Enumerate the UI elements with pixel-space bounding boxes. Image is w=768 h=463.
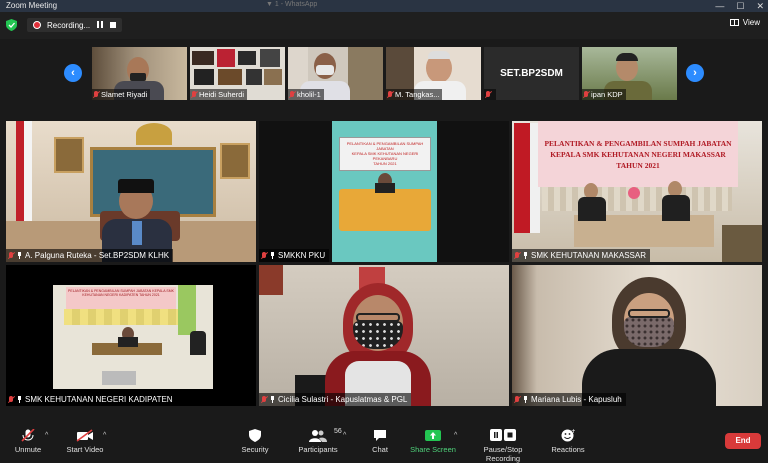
video-off-icon <box>76 429 94 442</box>
share-screen-icon <box>425 429 441 442</box>
ceremony-banner: PELANTIKAN & PENGAMBILAN SUMPAH JABATAN … <box>339 137 431 171</box>
muted-mic-icon <box>485 90 491 99</box>
muted-mic-icon <box>8 251 14 260</box>
pin-icon <box>17 252 22 259</box>
participant-name-label: Slamet Riyadi <box>92 89 151 100</box>
muted-mic-icon <box>191 90 197 99</box>
end-meeting-button[interactable]: End <box>725 433 761 449</box>
participant-thumbnail[interactable]: Heidi Suherdi <box>190 47 285 100</box>
recording-dot-icon <box>33 21 41 29</box>
close-window-button[interactable]: ✕ <box>756 0 764 12</box>
background-window-title: ▼ 1 - WhatsApp <box>266 1 318 8</box>
participant-name-label: Cicilia Sulastri - Kapuslatmas & PGL <box>259 393 412 406</box>
shield-icon <box>249 429 261 442</box>
participant-name-label: M. Tangkas... <box>386 89 443 100</box>
video-tile[interactable]: Mariana Lubis - Kapusluh <box>512 265 762 406</box>
participant-name-label: Heidi Suherdi <box>190 89 248 100</box>
participant-name-label: ipan KDP <box>582 89 626 100</box>
meeting-topbar: Recording... View <box>0 12 768 39</box>
video-tile[interactable]: PELANTIKAN & PENGAMBILAN SUMPAH JABATAN … <box>259 121 509 262</box>
pause-stop-recording-button[interactable]: Pause/Stop Recording <box>466 429 540 463</box>
window-title: Zoom Meeting <box>6 1 58 10</box>
muted-mic-icon <box>387 90 393 99</box>
participants-options-caret[interactable]: ^ <box>343 432 346 439</box>
recording-label: Recording... <box>47 20 91 30</box>
meeting-toolbar: Unmute ^ Start Video ^ Security 56 Parti… <box>0 425 768 463</box>
share-screen-button[interactable]: Share Screen <box>410 429 456 454</box>
pause-stop-icon <box>490 429 516 441</box>
encryption-shield-icon[interactable] <box>6 19 17 31</box>
prev-page-arrow-icon[interactable]: ‹ <box>64 64 82 82</box>
pause-recording-icon[interactable] <box>96 21 104 29</box>
participant-thumbnail[interactable]: kholil-1 <box>288 47 383 100</box>
chat-bubble-icon <box>373 429 387 442</box>
muted-mic-icon <box>93 90 99 99</box>
start-video-button[interactable]: Start Video <box>63 429 107 454</box>
participant-thumbnail[interactable]: SET.BP2SDM <box>484 47 579 100</box>
security-button[interactable]: Security <box>238 429 272 454</box>
ceremony-banner: PELANTIKAN & PENGAMBILAN SUMPAH JABATAN … <box>538 121 738 187</box>
smiley-icon: + <box>561 428 576 442</box>
participant-strip: ‹ Slamet Riyadi Heidi Suherdi kholil-1 M… <box>0 39 768 106</box>
minimize-button[interactable]: — <box>715 0 724 12</box>
participant-name-label <box>484 89 496 100</box>
video-tile[interactable]: PELANTIKAN & PENGAMBILAN SUMPAH JABATAN … <box>512 121 762 262</box>
chat-button[interactable]: Chat <box>368 429 392 454</box>
participant-name-label: SMK KEHUTANAN MAKASSAR <box>512 249 650 262</box>
participant-thumbnail[interactable]: Slamet Riyadi <box>92 47 187 100</box>
participants-icon <box>309 430 327 442</box>
participant-name-label: SMKKN PKU <box>259 249 330 262</box>
pin-icon <box>17 396 22 403</box>
muted-mic-icon <box>289 90 295 99</box>
video-options-caret[interactable]: ^ <box>103 432 106 439</box>
next-page-arrow-icon[interactable]: › <box>686 64 704 82</box>
audio-options-caret[interactable]: ^ <box>45 432 48 439</box>
recording-indicator: Recording... <box>27 18 123 32</box>
reactions-button[interactable]: + Reactions <box>551 428 585 454</box>
muted-mic-icon <box>514 251 520 260</box>
participant-display-name: SET.BP2SDM <box>500 68 563 79</box>
svg-text:+: + <box>571 429 575 435</box>
pin-icon <box>270 396 275 403</box>
gallery-view-icon <box>729 19 739 26</box>
pin-icon <box>270 252 275 259</box>
muted-microphone-icon <box>21 428 35 442</box>
participant-name-label: SMK KEHUTANAN NEGERI KADIPATEN <box>6 393 177 406</box>
video-tile[interactable]: PELANTIKAN & PENGAMBILAN SUMPAH JABATAN … <box>6 265 256 406</box>
muted-mic-icon <box>583 90 589 99</box>
muted-mic-icon <box>8 395 14 404</box>
participant-name-label: A. Palguna Ruteka - Set.BP2SDM KLHK <box>6 249 174 262</box>
muted-mic-icon <box>514 395 520 404</box>
window-controls: — ☐ ✕ <box>715 0 764 12</box>
participant-count: 56 <box>334 428 342 435</box>
pin-icon <box>523 396 528 403</box>
window-titlebar: Zoom Meeting ▼ 1 - WhatsApp — ☐ ✕ <box>0 0 768 12</box>
pin-icon <box>523 252 528 259</box>
participant-thumbnail[interactable]: M. Tangkas... <box>386 47 481 100</box>
participant-name-label: Mariana Lubis - Kapusluh <box>512 393 626 406</box>
muted-mic-icon <box>261 395 267 404</box>
participants-button[interactable]: 56 Participants <box>296 428 342 454</box>
video-tile[interactable]: A. Palguna Ruteka - Set.BP2SDM KLHK <box>6 121 256 262</box>
maximize-button[interactable]: ☐ <box>736 0 744 12</box>
unmute-button[interactable]: Unmute <box>12 428 44 454</box>
ceremony-banner: PELANTIKAN & PENGAMBILAN SUMPAH JABATAN … <box>66 287 176 309</box>
participant-thumbnail[interactable]: ipan KDP <box>582 47 677 100</box>
muted-mic-icon <box>261 251 267 260</box>
view-label: View <box>742 18 760 27</box>
stop-recording-icon[interactable] <box>110 22 117 28</box>
view-button[interactable]: View <box>729 18 760 27</box>
video-tile[interactable]: Cicilia Sulastri - Kapuslatmas & PGL <box>259 265 509 406</box>
participant-name-label: kholil-1 <box>288 89 324 100</box>
share-options-caret[interactable]: ^ <box>454 432 457 439</box>
